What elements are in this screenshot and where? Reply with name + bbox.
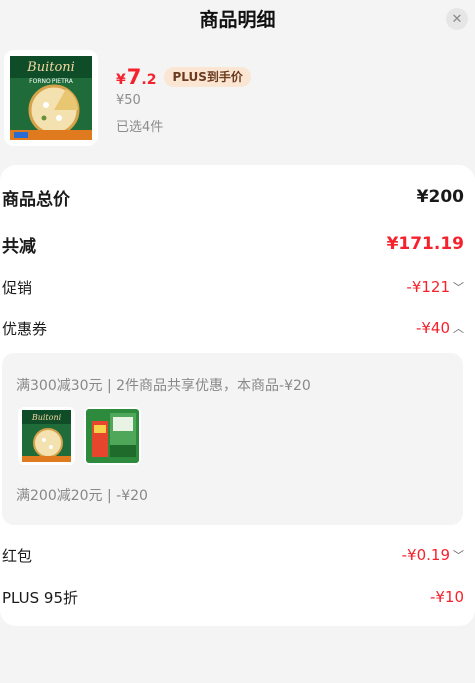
reduce-value: ¥171.19	[386, 234, 464, 254]
plus-price-badge: PLUS到手价	[164, 67, 251, 87]
coupon-detail: 满300减30元 | 2件商品共享优惠，本商品-¥20 Buitoni 满200…	[2, 353, 463, 525]
promo-value: -¥121	[406, 278, 450, 296]
total-value: ¥200	[416, 187, 464, 207]
redpack-value-wrap: -¥0.19 ﹀	[402, 546, 464, 564]
coupon-value-wrap: -¥40 ︿	[416, 319, 464, 337]
original-price: ¥50	[116, 93, 141, 108]
coupon-value: -¥40	[415, 319, 450, 337]
redpack-label: 红包	[2, 546, 33, 565]
svg-text:Buitoni: Buitoni	[26, 60, 75, 75]
price-decimal: .2	[141, 72, 157, 88]
pizza-box-image: Buitoni FORNO PIETRA	[10, 56, 92, 140]
reduce-row: 共减 ¥171.19	[0, 232, 475, 257]
svg-text:FORNO PIETRA: FORNO PIETRA	[29, 78, 74, 85]
green-box-thumb-image	[86, 409, 139, 463]
price-breakdown-card: 商品总价 ¥200 共减 ¥171.19 促销 -¥121 ﹀ 优惠券 -¥40 ︿…	[0, 165, 475, 626]
chevron-down-icon[interactable]: ﹀	[453, 547, 464, 563]
currency-symbol: ¥	[116, 72, 126, 88]
plus-price: ¥ 7 .2	[116, 65, 156, 89]
promo-value-wrap: -¥121 ﹀	[406, 278, 464, 296]
chevron-down-icon[interactable]: ﹀	[453, 279, 464, 295]
selected-count: 已选4件	[116, 120, 164, 135]
chevron-up-icon[interactable]: ︿	[453, 320, 464, 336]
svg-text:Buitoni: Buitoni	[31, 413, 62, 422]
redpack-value: -¥0.19	[401, 546, 450, 564]
coupon-rule-2: 满200减20元 | -¥20	[16, 488, 148, 504]
total-label: 商品总价	[2, 189, 70, 210]
coupon-product-pizza: Buitoni	[18, 407, 75, 465]
pizza-thumb-image: Buitoni	[22, 410, 71, 462]
coupon-label: 优惠券	[2, 319, 48, 338]
price-row: ¥ 7 .2 PLUS到手价	[116, 65, 251, 89]
product-image: Buitoni FORNO PIETRA	[4, 50, 98, 146]
product-summary: Buitoni FORNO PIETRA ¥ 7 .2 PLUS到手价 ¥50 …	[0, 48, 475, 148]
total-row: 商品总价 ¥200	[0, 185, 475, 210]
coupon-rule-1: 满300减30元 | 2件商品共享优惠，本商品-¥20	[16, 378, 311, 394]
coupon-row[interactable]: 优惠券 -¥40 ︿	[0, 317, 475, 339]
redpack-row[interactable]: 红包 -¥0.19 ﹀	[0, 544, 475, 566]
page-title: 商品明细	[199, 9, 276, 31]
promo-row[interactable]: 促销 -¥121 ﹀	[0, 276, 475, 298]
header: 商品明细 ✕	[0, 0, 475, 38]
price-integer: 7	[126, 65, 142, 89]
reduce-label: 共减	[2, 236, 36, 257]
coupon-product-box	[84, 407, 141, 465]
plus-discount-label: PLUS 95折	[2, 588, 79, 607]
plus-discount-value: -¥10	[429, 588, 464, 606]
plus-discount-row: PLUS 95折 -¥10	[0, 586, 475, 608]
close-icon[interactable]: ✕	[446, 8, 468, 30]
promo-label: 促销	[2, 278, 33, 297]
